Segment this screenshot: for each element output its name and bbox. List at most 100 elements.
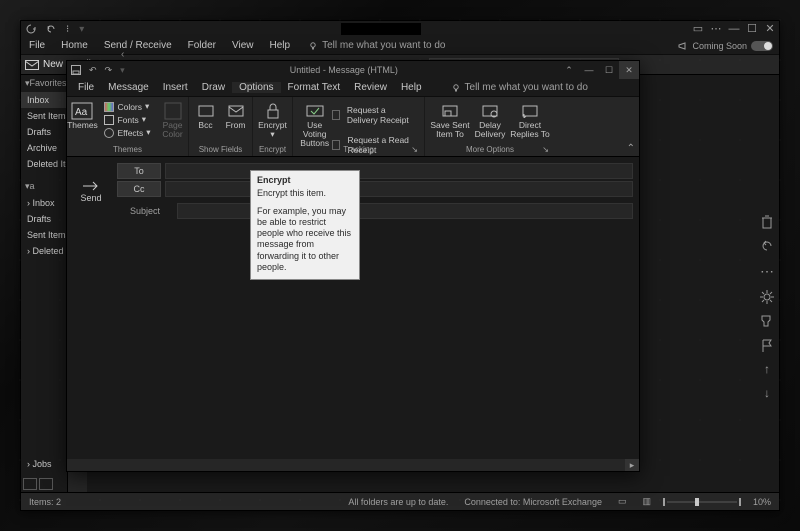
more-icon[interactable]: ⋯ [760,263,774,280]
nav-deleted-2[interactable]: › Deleted Item [21,243,67,259]
bulb-icon [451,83,461,93]
menu-home[interactable]: Home [53,40,96,51]
close-icon[interactable]: ✕ [761,21,779,37]
menu-view[interactable]: View [224,40,262,51]
delay-delivery-button[interactable]: Delay Delivery [472,99,508,139]
collapse-ribbon-icon[interactable]: ⌃ [559,61,579,79]
direct-replies-button[interactable]: Direct Replies To [510,99,550,139]
tab-file[interactable]: File [71,82,101,93]
menu-help[interactable]: Help [262,40,299,51]
nav-drafts-2[interactable]: Drafts [21,211,67,227]
account-header[interactable]: ▾a [21,178,67,195]
tab-insert[interactable]: Insert [156,82,195,93]
zoom-slider[interactable] [667,501,737,503]
flag-icon[interactable] [760,338,774,352]
tab-format[interactable]: Format Text [281,82,348,93]
tag-icon[interactable] [760,314,774,328]
to-button[interactable]: To [117,163,161,179]
tracking-launcher-icon[interactable]: ↘ [411,145,418,154]
zoom-value: 10% [753,497,771,507]
maximize-icon[interactable]: ☐ [743,21,761,37]
up-icon[interactable]: ↑ [764,362,770,376]
nav-inbox[interactable]: Inbox [21,92,67,108]
encrypt-button[interactable]: Encrypt▾ [256,99,290,139]
cc-input[interactable] [165,181,633,197]
tab-options[interactable]: Options [232,82,280,93]
compose-hscroll[interactable]: ▸ [67,459,639,471]
qat-save-icon[interactable] [67,65,85,75]
main-tell-me[interactable]: Tell me what you want to do [308,40,445,51]
tab-help[interactable]: Help [394,82,429,93]
close-icon-2[interactable]: ✕ [619,61,639,79]
nav-jobs[interactable]: › Jobs [21,456,67,472]
to-input[interactable] [165,163,633,179]
options-ribbon: Aa Themes Colors ▾ Fonts ▾ Effects ▾ Pag… [67,97,639,157]
group-show-fields: Bcc From Show Fields [189,97,253,156]
maximize-icon-2[interactable]: ☐ [599,61,619,79]
encrypt-tooltip: Encrypt Encrypt this item. For example, … [250,170,360,280]
nav-archive[interactable]: Archive [21,140,67,156]
sync-icon[interactable] [21,24,41,34]
module-mail-icon[interactable] [23,478,37,490]
lock-icon [265,102,281,120]
undo-icon[interactable] [41,24,61,34]
menu-file[interactable]: File [21,40,53,51]
tooltip-title: Encrypt [257,175,353,186]
colors-button[interactable]: Colors ▾ [104,101,150,112]
undo-icon-2[interactable] [760,239,774,253]
menu-folder[interactable]: Folder [180,40,224,51]
coming-soon[interactable]: Coming Soon [672,41,779,51]
themes-button[interactable]: Aa Themes [62,99,102,130]
favorites-header[interactable]: ▾Favorites [21,75,67,92]
delivery-receipt-checkbox[interactable]: Request a Delivery Receipt [332,105,418,125]
minimize-icon-2[interactable]: — [579,61,599,79]
nav-drafts[interactable]: Drafts [21,124,67,140]
voting-button[interactable]: Use Voting Buttons [299,99,330,148]
menu-sendrecv[interactable]: Send / Receive [96,40,180,51]
nav-sent-2[interactable]: Sent Items [21,227,67,243]
status-items: Items: 2 [29,497,61,507]
settings-icon[interactable] [760,290,774,304]
compose-tell-me[interactable]: Tell me what you want to do [441,82,588,93]
qat-undo-icon[interactable]: ↶ [85,65,101,76]
main-tell-me-text: Tell me what you want to do [322,40,445,51]
svg-text:Aa: Aa [75,107,88,118]
ribbon-options-icon[interactable]: ⋯ [707,21,725,37]
subject-input[interactable] [177,203,633,219]
view-normal-icon[interactable]: ▭ [618,496,627,507]
qat-redo-icon[interactable]: ↷ [101,65,117,76]
group-showfields-label: Show Fields [189,145,252,154]
nav-deleted[interactable]: Deleted Ite [21,156,67,172]
page-color-button: Page Color [153,99,193,139]
bcc-button[interactable]: Bcc [192,99,220,130]
delete-icon[interactable] [760,215,774,229]
group-encrypt: Encrypt▾ Encrypt [253,97,293,156]
collapse-ribbon-chevron[interactable]: ⌃ [627,143,635,154]
tab-message[interactable]: Message [101,82,156,93]
minimize-icon[interactable]: — [725,21,743,37]
module-more-icon[interactable] [39,478,53,490]
view-reading-icon[interactable]: ▥ [642,496,651,507]
tab-review[interactable]: Review [347,82,394,93]
newmail-overflow-chevron[interactable]: ‹ [121,49,124,60]
cc-button[interactable]: Cc [117,181,161,197]
from-button[interactable]: From [222,99,250,130]
more-launcher-icon[interactable]: ↘ [542,145,549,154]
effects-button[interactable]: Effects ▾ [104,127,150,138]
status-bar: Items: 2 All folders are up to date. Con… [21,492,779,510]
send-icon [82,180,100,192]
send-button[interactable]: Send [73,163,109,219]
group-more-options: Save Sent Item To Delay Delivery Direct … [425,97,555,156]
qat-overflow-icon[interactable]: ⁝ [61,24,74,35]
tooltip-subtitle: Encrypt this item. [257,188,353,199]
nav-inbox-2[interactable]: › Inbox [21,195,67,211]
save-sent-button[interactable]: Save Sent Item To [430,99,470,139]
fonts-button[interactable]: Fonts ▾ [104,114,150,125]
down-icon[interactable]: ↓ [764,386,770,400]
tab-draw[interactable]: Draw [195,82,232,93]
hscroll-right-icon[interactable]: ▸ [625,459,639,471]
coming-soon-toggle[interactable] [751,41,773,51]
nav-sent[interactable]: Sent Items [21,108,67,124]
display-options-icon[interactable]: ▭ [689,21,707,37]
title-bar: ⁝ ▾ Outlook ▭ ⋯ — ☐ ✕ [21,21,779,37]
